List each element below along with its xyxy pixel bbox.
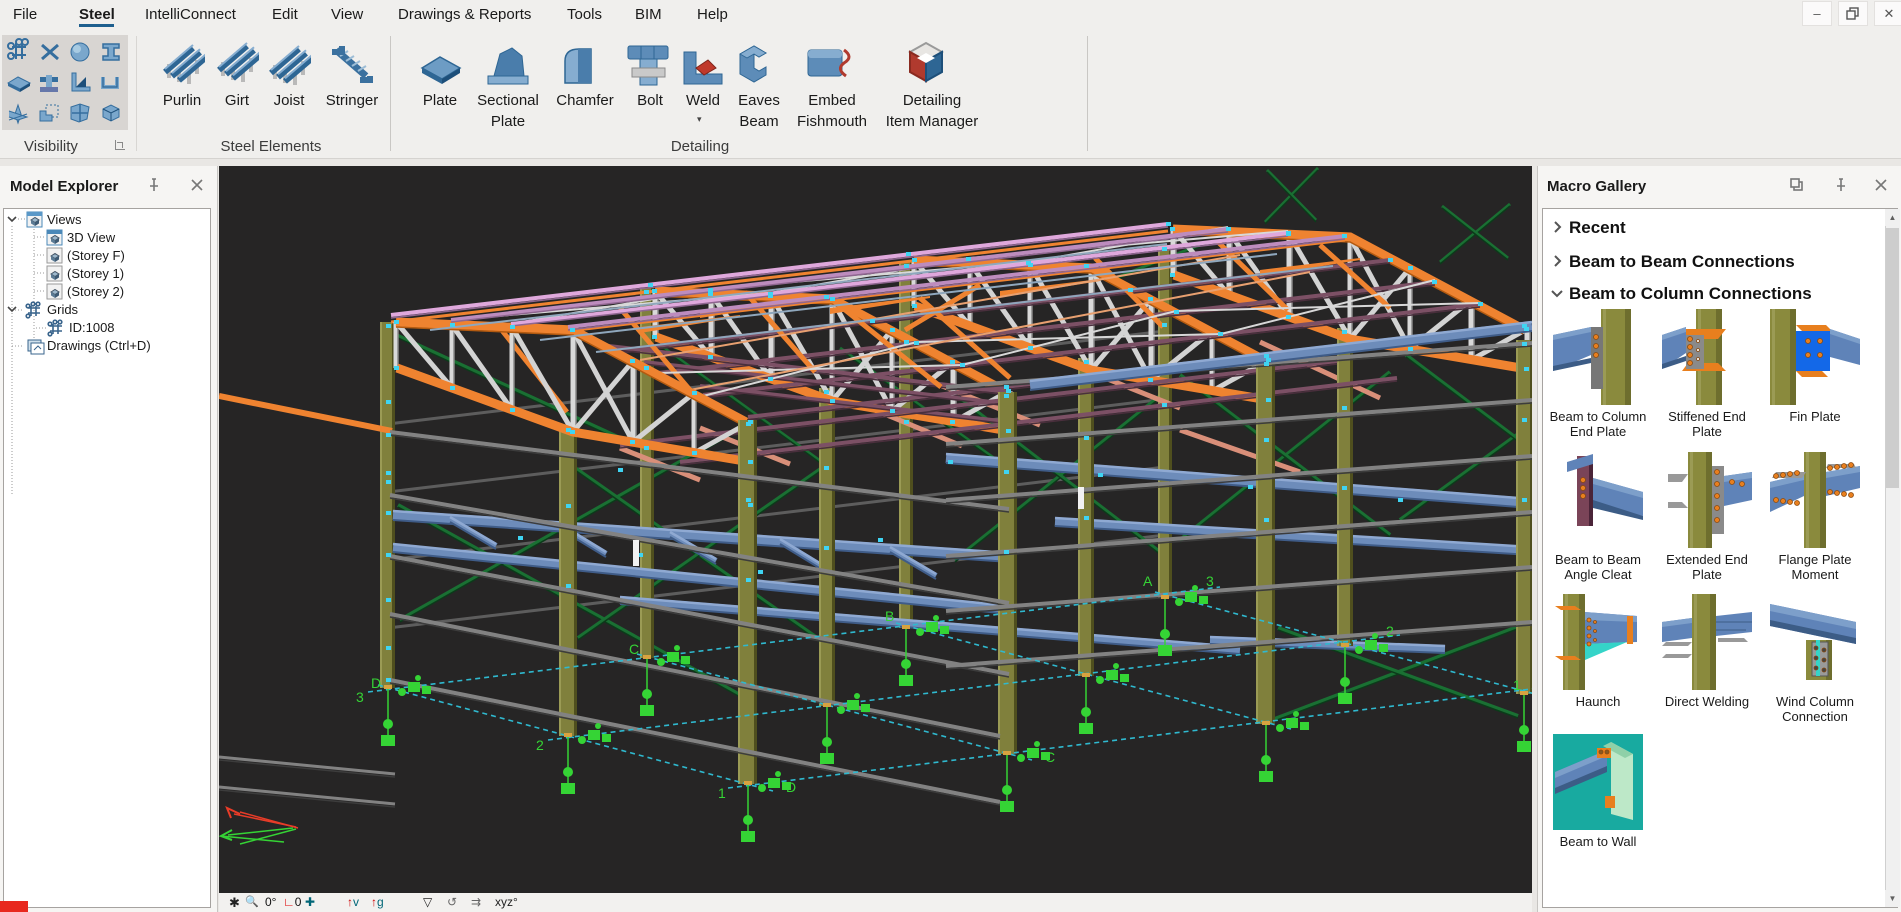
svg-text:A: A — [1143, 573, 1153, 589]
svg-text:1: 1 — [1513, 677, 1521, 693]
svg-text:2: 2 — [1386, 623, 1394, 639]
svg-text:Views: Views — [47, 212, 82, 227]
svg-text:(Storey 1): (Storey 1) — [67, 266, 124, 281]
svg-text:1: 1 — [718, 785, 726, 801]
svg-text:2: 2 — [536, 737, 544, 753]
svg-text:(Storey 2): (Storey 2) — [67, 284, 124, 299]
svg-text:(Storey F): (Storey F) — [67, 248, 125, 263]
svg-text:Drawings (Ctrl+D): Drawings (Ctrl+D) — [47, 338, 151, 353]
svg-text:3: 3 — [1206, 573, 1214, 589]
svg-text:C: C — [629, 641, 639, 657]
svg-text:Grids: Grids — [47, 302, 79, 317]
svg-text:B: B — [885, 608, 894, 624]
svg-text:ID:1008: ID:1008 — [69, 320, 115, 335]
svg-text:3: 3 — [356, 689, 364, 705]
svg-text:3D View: 3D View — [67, 230, 116, 245]
svg-text:D: D — [371, 675, 381, 691]
